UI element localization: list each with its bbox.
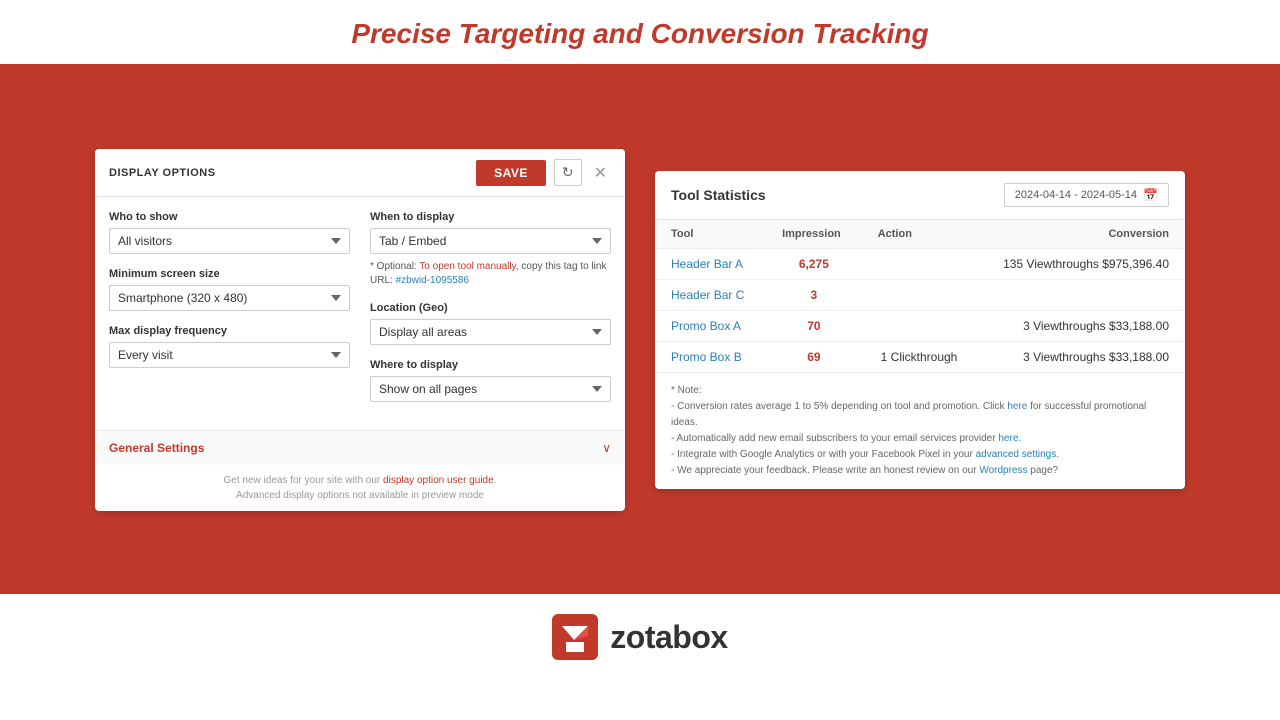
right-column: When to display Tab / Embed Immediately …	[370, 211, 611, 416]
where-to-display-group: Where to display Show on all pages Speci…	[370, 359, 611, 402]
user-guide-link[interactable]: display option user guide	[383, 475, 494, 486]
max-display-freq-select[interactable]: Every visit Once per session Once per da…	[109, 342, 350, 368]
conversion-header-bar-c	[976, 280, 1185, 311]
conversion-promo-box-b: 3 Viewthroughs $33,188.00	[976, 342, 1185, 373]
refresh-button[interactable]: ↻	[554, 159, 582, 186]
display-options-panel: DISPLAY OPTIONS SAVE ↻ ✕ Who to show All…	[95, 149, 625, 511]
action-promo-box-b: 1 Clickthrough	[862, 342, 977, 373]
action-header-bar-a	[862, 249, 977, 280]
table-row: Header Bar C 3	[655, 280, 1185, 311]
conversion-promo-box-a: 3 Viewthroughs $33,188.00	[976, 311, 1185, 342]
location-geo-label: Location (Geo)	[370, 302, 611, 314]
impression-promo-box-b: 69	[766, 342, 862, 373]
page-header: Precise Targeting and Conversion Trackin…	[0, 0, 1280, 66]
logo-container: zotabox	[552, 614, 727, 660]
close-button[interactable]: ✕	[590, 163, 611, 183]
zotabox-logo-icon	[552, 614, 598, 660]
panel-body: Who to show All visitors New visitors Re…	[95, 197, 625, 430]
location-geo-select[interactable]: Display all areas Specific countries	[370, 319, 611, 345]
max-display-freq-group: Max display frequency Every visit Once p…	[109, 325, 350, 368]
who-to-show-label: Who to show	[109, 211, 350, 223]
col-impression: Impression	[766, 220, 862, 249]
date-range-text: 2024-04-14 - 2024-05-14	[1015, 189, 1137, 201]
note-3: - Integrate with Google Analytics or wit…	[671, 447, 1169, 463]
col-conversion: Conversion	[976, 220, 1185, 249]
impression-header-bar-c: 3	[766, 280, 862, 311]
table-header-row: Tool Impression Action Conversion	[655, 220, 1185, 249]
who-to-show-group: Who to show All visitors New visitors Re…	[109, 211, 350, 254]
main-section: DISPLAY OPTIONS SAVE ↻ ✕ Who to show All…	[0, 66, 1280, 594]
general-settings-bar[interactable]: General Settings ∨	[95, 430, 625, 465]
chevron-down-icon: ∨	[602, 441, 611, 455]
when-to-display-label: When to display	[370, 211, 611, 223]
min-screen-size-select[interactable]: Smartphone (320 x 480) Tablet (768 x 102…	[109, 285, 350, 311]
panel-actions: SAVE ↻ ✕	[476, 159, 611, 186]
tool-header-bar-c[interactable]: Header Bar C	[655, 280, 766, 311]
panel-footer: Get new ideas for your site with our dis…	[95, 465, 625, 511]
table-row: Promo Box B 69 1 Clickthrough 3 Viewthro…	[655, 342, 1185, 373]
tool-header-bar-a[interactable]: Header Bar A	[655, 249, 766, 280]
calendar-icon: 📅	[1143, 188, 1158, 202]
advanced-settings-link[interactable]: advanced settings	[976, 449, 1057, 460]
note-2: - Automatically add new email subscriber…	[671, 431, 1169, 447]
when-to-display-group: When to display Tab / Embed Immediately …	[370, 211, 611, 288]
stats-title: Tool Statistics	[671, 187, 766, 203]
open-tool-link[interactable]: To open tool manually,	[419, 261, 518, 272]
tool-promo-box-b[interactable]: Promo Box B	[655, 342, 766, 373]
general-settings-label: General Settings	[109, 441, 204, 455]
footer-line2: Advanced display options not available i…	[109, 488, 611, 503]
stats-panel: Tool Statistics 2024-04-14 - 2024-05-14 …	[655, 171, 1185, 489]
stats-table: Tool Impression Action Conversion Header…	[655, 220, 1185, 373]
action-header-bar-c	[862, 280, 977, 311]
stats-notes: * Note: - Conversion rates average 1 to …	[655, 373, 1185, 489]
panel-header: DISPLAY OPTIONS SAVE ↻ ✕	[95, 149, 625, 197]
wordpress-link[interactable]: Wordpress	[979, 465, 1027, 476]
where-to-display-label: Where to display	[370, 359, 611, 371]
where-to-display-select[interactable]: Show on all pages Specific pages	[370, 376, 611, 402]
date-range[interactable]: 2024-04-14 - 2024-05-14 📅	[1004, 183, 1169, 207]
page-footer: zotabox	[0, 594, 1280, 680]
max-display-freq-label: Max display frequency	[109, 325, 350, 337]
impression-header-bar-a: 6,275	[766, 249, 862, 280]
panel-title: DISPLAY OPTIONS	[109, 167, 216, 179]
impression-promo-box-a: 70	[766, 311, 862, 342]
action-promo-box-a	[862, 311, 977, 342]
col-action: Action	[862, 220, 977, 249]
stats-header: Tool Statistics 2024-04-14 - 2024-05-14 …	[655, 171, 1185, 220]
when-to-display-select[interactable]: Tab / Embed Immediately After scroll	[370, 228, 611, 254]
location-geo-group: Location (Geo) Display all areas Specifi…	[370, 302, 611, 345]
note-here-link-1[interactable]: here	[1007, 401, 1027, 412]
note-1: - Conversion rates average 1 to 5% depen…	[671, 399, 1169, 431]
col-tool: Tool	[655, 220, 766, 249]
note-here-link-2[interactable]: here	[998, 433, 1018, 444]
min-screen-size-label: Minimum screen size	[109, 268, 350, 280]
table-row: Promo Box A 70 3 Viewthroughs $33,188.00	[655, 311, 1185, 342]
note-header: * Note:	[671, 383, 1169, 399]
brand-name: zotabox	[610, 619, 727, 656]
who-to-show-select[interactable]: All visitors New visitors Returning visi…	[109, 228, 350, 254]
optional-note: * Optional: To open tool manually, copy …	[370, 260, 611, 288]
conversion-header-bar-a: 135 Viewthroughs $975,396.40	[976, 249, 1185, 280]
tool-promo-box-a[interactable]: Promo Box A	[655, 311, 766, 342]
footer-line1: Get new ideas for your site with our dis…	[109, 473, 611, 488]
page-title: Precise Targeting and Conversion Trackin…	[0, 18, 1280, 50]
save-button[interactable]: SAVE	[476, 160, 546, 186]
min-screen-size-group: Minimum screen size Smartphone (320 x 48…	[109, 268, 350, 311]
note-4: - We appreciate your feedback. Please wr…	[671, 463, 1169, 479]
left-column: Who to show All visitors New visitors Re…	[109, 211, 350, 416]
tool-hash-link[interactable]: #zbwid-1095586	[396, 275, 469, 286]
table-row: Header Bar A 6,275 135 Viewthroughs $975…	[655, 249, 1185, 280]
